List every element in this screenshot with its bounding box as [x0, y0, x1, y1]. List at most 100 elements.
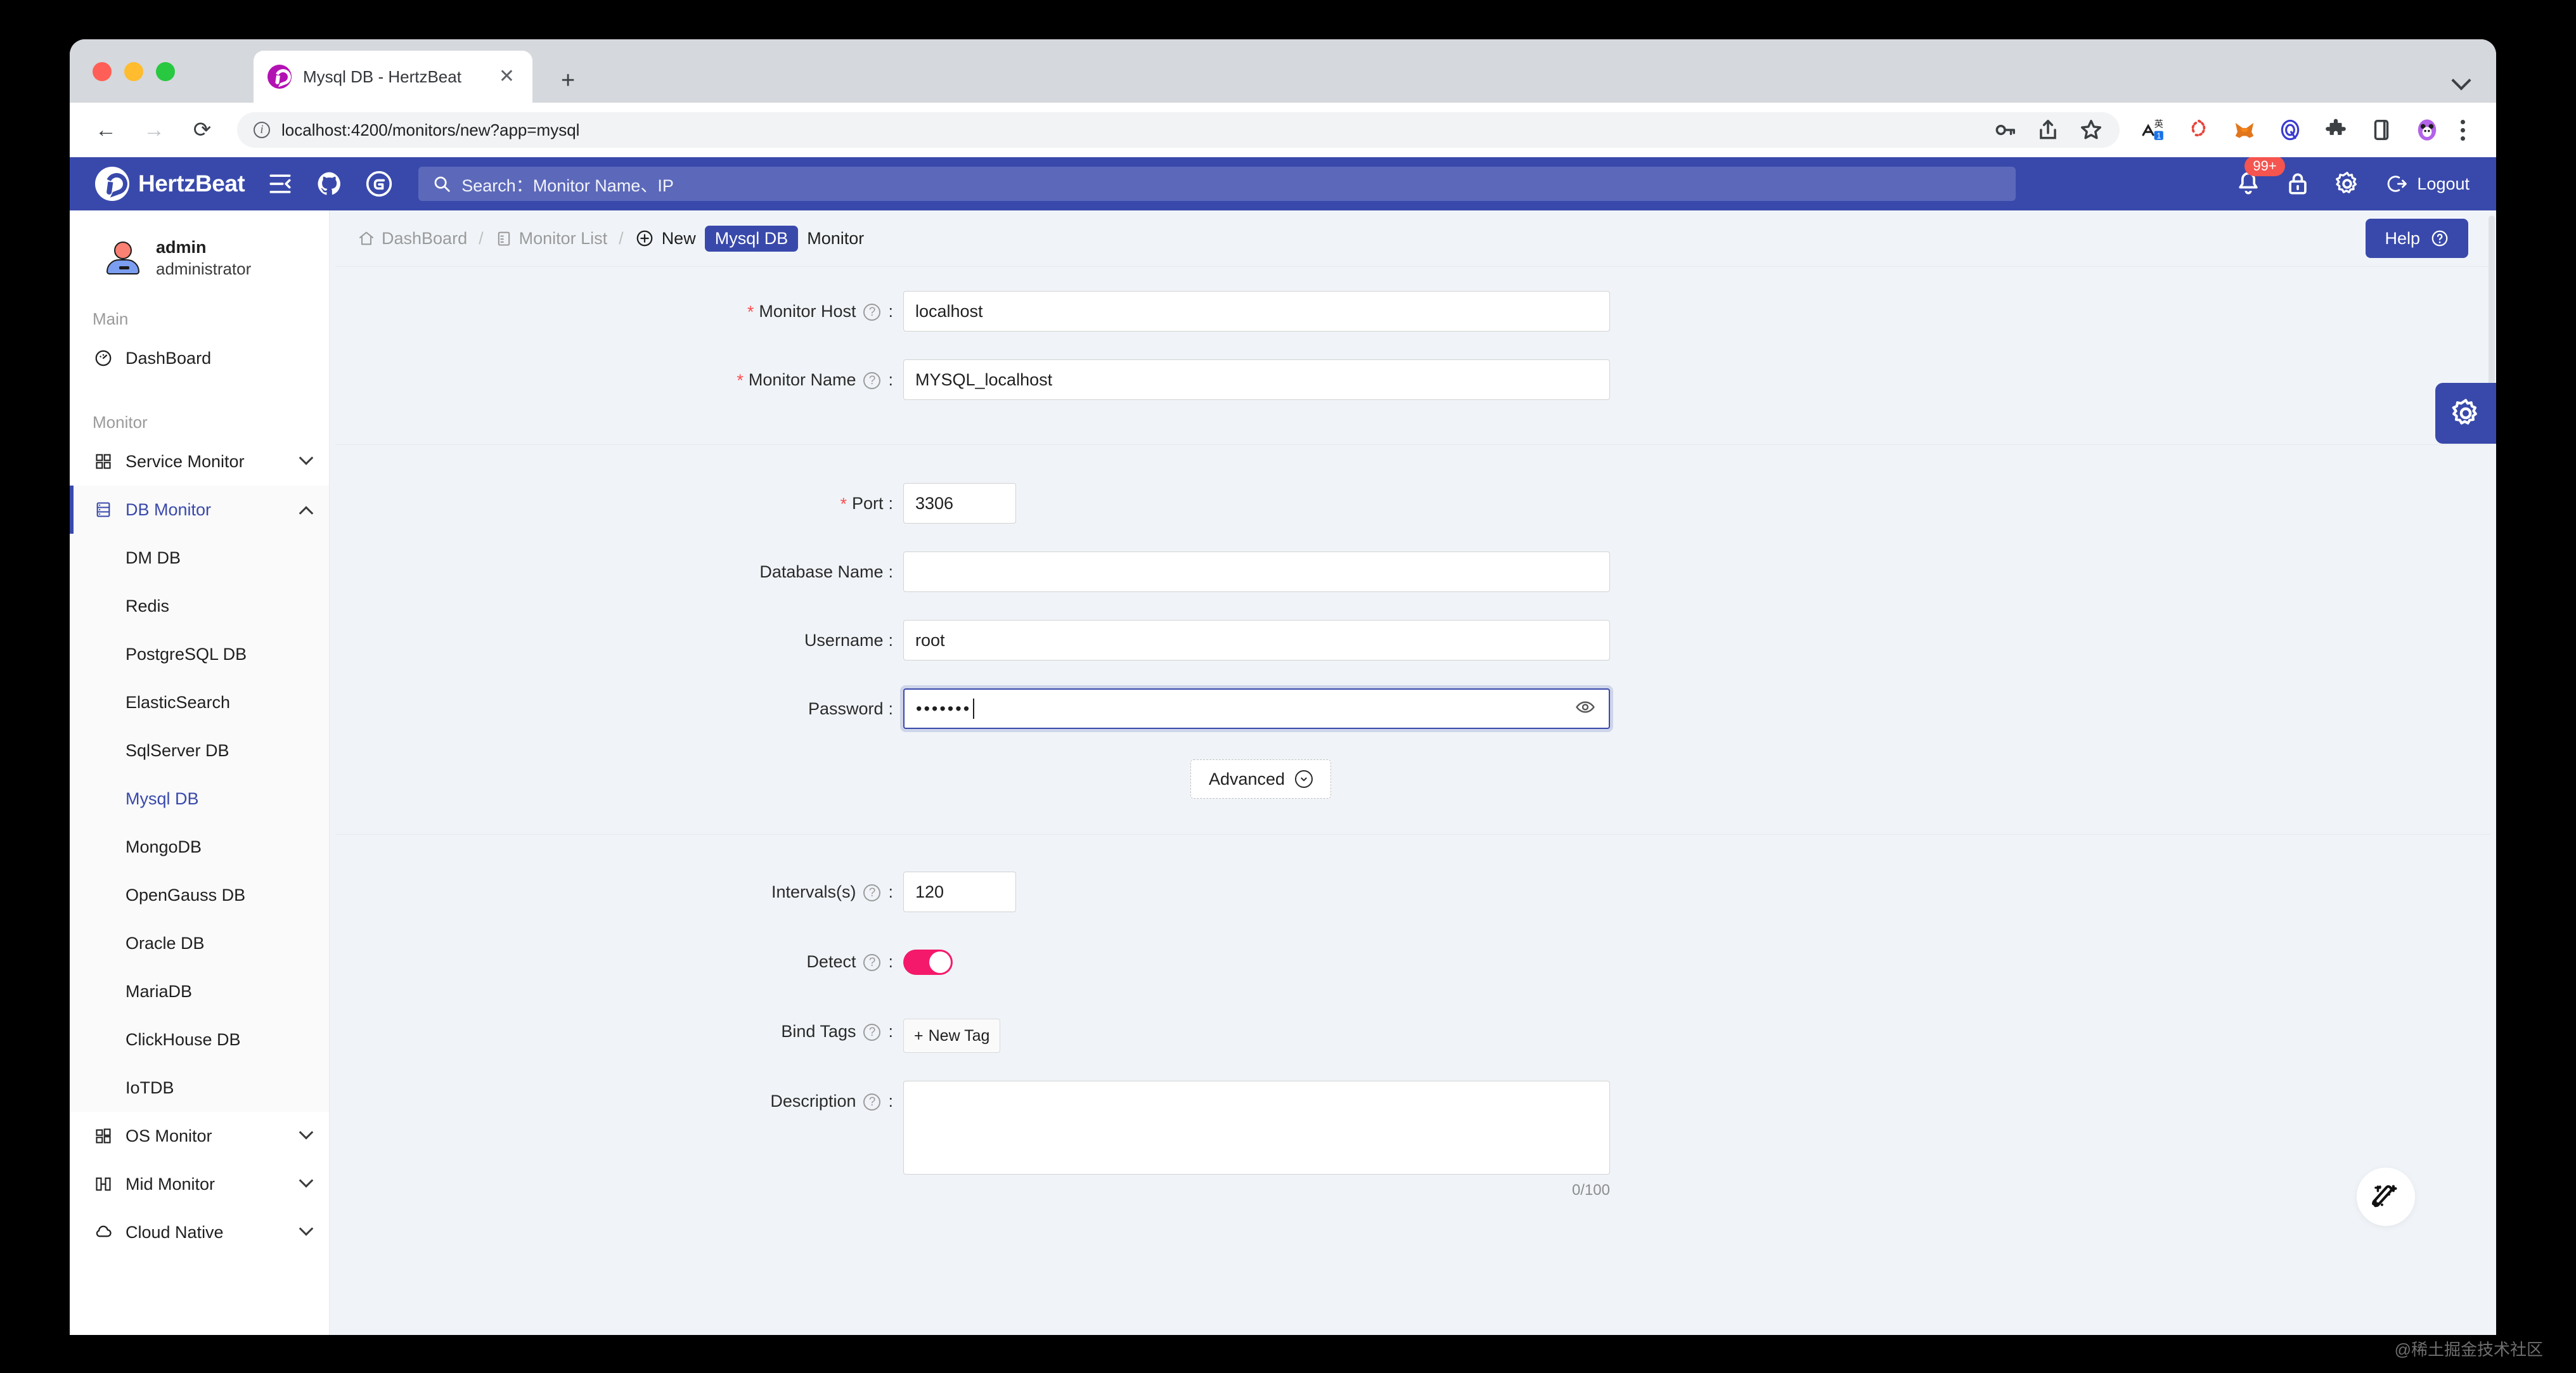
sidebar-item-service-monitor[interactable]: Service Monitor [70, 437, 329, 486]
description-textarea[interactable] [903, 1081, 1610, 1175]
logout-label: Logout [2417, 174, 2470, 193]
new-tab-button[interactable]: + [561, 68, 575, 93]
browser-address-bar: ← → ⟳ i localhost:4200/monitors/new?app=… [70, 103, 2496, 157]
coral-extension-icon[interactable] [2187, 118, 2211, 142]
global-search-input[interactable]: Search：Monitor Name、IP [418, 167, 2016, 201]
sidebar-item-mid-monitor[interactable]: Mid Monitor [70, 1160, 329, 1208]
intervals-input[interactable] [903, 872, 1016, 912]
minimize-window-button[interactable] [124, 62, 143, 81]
sidebar-subitem-clickhouse-db[interactable]: ClickHouse DB [70, 1015, 329, 1064]
tab-title: Mysql DB - HertzBeat [303, 67, 461, 86]
help-icon[interactable]: ? [863, 1093, 881, 1111]
floating-settings-tab[interactable] [2435, 383, 2496, 444]
url-bar[interactable]: i localhost:4200/monitors/new?app=mysql [237, 112, 2120, 148]
sidebar-subitem-mysql-db[interactable]: Mysql DB [70, 775, 329, 823]
github-icon[interactable] [316, 170, 344, 198]
intervals-label: Intervals(s) ?: [771, 882, 893, 901]
eye-icon[interactable] [1575, 697, 1596, 721]
metamask-fox-icon[interactable] [2232, 118, 2257, 142]
sidebar-subitem-mongodb[interactable]: MongoDB [70, 823, 329, 871]
sidebar-item-db-monitor[interactable]: DB Monitor [70, 486, 329, 534]
database-name-input[interactable] [903, 551, 1610, 592]
help-icon[interactable]: ? [863, 1024, 881, 1041]
logout-button[interactable]: Logout [2386, 173, 2470, 195]
main-content: DashBoard / Monitor List / New Mysql DB … [330, 210, 2496, 1335]
main-scrollbar[interactable] [2487, 210, 2496, 1335]
monitor-name-input[interactable] [903, 359, 1610, 400]
username-input[interactable] [903, 620, 1610, 661]
sidebar: admin administrator Main DashBoard Monit… [70, 210, 330, 1335]
sidebar-user-block[interactable]: admin administrator [70, 210, 329, 279]
chevron-down-icon [299, 451, 314, 465]
qi-circle-icon[interactable] [2278, 118, 2302, 142]
sidebar-subitem-redis[interactable]: Redis [70, 582, 329, 630]
sidebar-subitem-dm-db[interactable]: DM DB [70, 534, 329, 582]
reload-button[interactable]: ⟳ [189, 119, 216, 141]
advanced-button[interactable]: Advanced [1190, 759, 1332, 799]
form-row-database-name: Database Name: [330, 551, 2496, 606]
translate-icon[interactable]: 英 1 [2141, 118, 2165, 142]
forward-button[interactable]: → [141, 119, 167, 141]
puzzle-extensions-icon[interactable] [2324, 118, 2348, 142]
magic-wand-icon [2372, 1185, 2397, 1208]
detect-toggle[interactable] [903, 950, 953, 975]
sidebar-subitem-mariadb[interactable]: MariaDB [70, 967, 329, 1015]
new-tag-button[interactable]: + New Tag [903, 1019, 1001, 1053]
sidebar-subitem-sqlserver-db[interactable]: SqlServer DB [70, 726, 329, 775]
site-info-icon[interactable]: i [254, 122, 270, 138]
sidebar-subitem-iotdb[interactable]: IoTDB [70, 1064, 329, 1112]
app-logo[interactable]: HertzBeat [95, 167, 245, 201]
avatar [105, 240, 141, 276]
gear-icon[interactable] [2333, 170, 2361, 198]
close-icon[interactable]: ✕ [495, 67, 518, 86]
grid-icon [93, 451, 114, 472]
sidebar-item-cloud-native[interactable]: Cloud Native [70, 1208, 329, 1256]
browser-window: Mysql DB - HertzBeat ✕ + ← → ⟳ i localho… [70, 39, 2496, 1335]
help-icon[interactable]: ? [863, 884, 881, 901]
monitor-name-field [903, 359, 1610, 400]
browser-extension-toolbar: 英 1 [2141, 118, 2465, 142]
password-input[interactable] [903, 688, 1610, 729]
gitee-icon[interactable] [365, 170, 393, 198]
breadcrumb-dashboard[interactable]: DashBoard [357, 229, 467, 248]
chevron-down-circle-icon [1295, 770, 1313, 788]
key-icon[interactable] [1993, 118, 2017, 142]
sidebar-subitem-opengauss-db[interactable]: OpenGauss DB [70, 871, 329, 919]
breadcrumb-tail: Monitor [807, 228, 865, 248]
breadcrumb-new: New [635, 229, 696, 248]
breadcrumb-separator-2: / [619, 228, 624, 248]
help-button[interactable]: Help [2366, 219, 2468, 258]
browser-tab[interactable]: Mysql DB - HertzBeat ✕ [254, 51, 532, 103]
help-icon[interactable]: ? [863, 372, 881, 389]
magic-wand-button[interactable] [2357, 1168, 2415, 1226]
sidebar-subitem-postgresql-db[interactable]: PostgreSQL DB [70, 630, 329, 678]
help-icon[interactable]: ? [863, 954, 881, 971]
help-icon[interactable]: ? [863, 304, 881, 321]
close-window-button[interactable] [93, 62, 112, 81]
port-input[interactable] [903, 483, 1016, 524]
sidepanel-icon[interactable] [2369, 118, 2393, 142]
sidebar-item-os-monitor[interactable]: OS Monitor [70, 1112, 329, 1160]
chevron-down-icon[interactable] [2451, 70, 2471, 91]
sidebar-subitem-oracle-db[interactable]: Oracle DB [70, 919, 329, 967]
breadcrumb-monitor-list-label: Monitor List [518, 228, 608, 248]
breadcrumb-monitor-list[interactable]: Monitor List [495, 228, 608, 248]
monitor-host-input[interactable] [903, 291, 1610, 332]
notifications-button[interactable]: 99+ [2234, 157, 2285, 198]
section-divider-1 [336, 444, 2490, 445]
kebab-menu-icon[interactable] [2461, 119, 2465, 141]
sidebar-subitem-elasticsearch[interactable]: ElasticSearch [70, 678, 329, 726]
maximize-window-button[interactable] [156, 62, 175, 81]
username-label: Username: [804, 631, 893, 650]
hertzbeat-logo-icon [95, 167, 129, 201]
profile-avatar[interactable] [2415, 118, 2439, 142]
sidebar-item-label: Mid Monitor [126, 1174, 216, 1194]
bookmark-star-icon[interactable] [2079, 118, 2103, 142]
lock-icon[interactable] [2284, 170, 2312, 198]
back-button[interactable]: ← [93, 119, 119, 141]
password-label: Password: [808, 699, 893, 718]
share-icon[interactable] [2036, 118, 2060, 142]
sidebar-item-dashboard[interactable]: DashBoard [70, 334, 329, 382]
monitor-form: * Monitor Host ?: * Monitor Name [330, 291, 2496, 1199]
sidebar-collapse-icon[interactable] [266, 170, 294, 198]
